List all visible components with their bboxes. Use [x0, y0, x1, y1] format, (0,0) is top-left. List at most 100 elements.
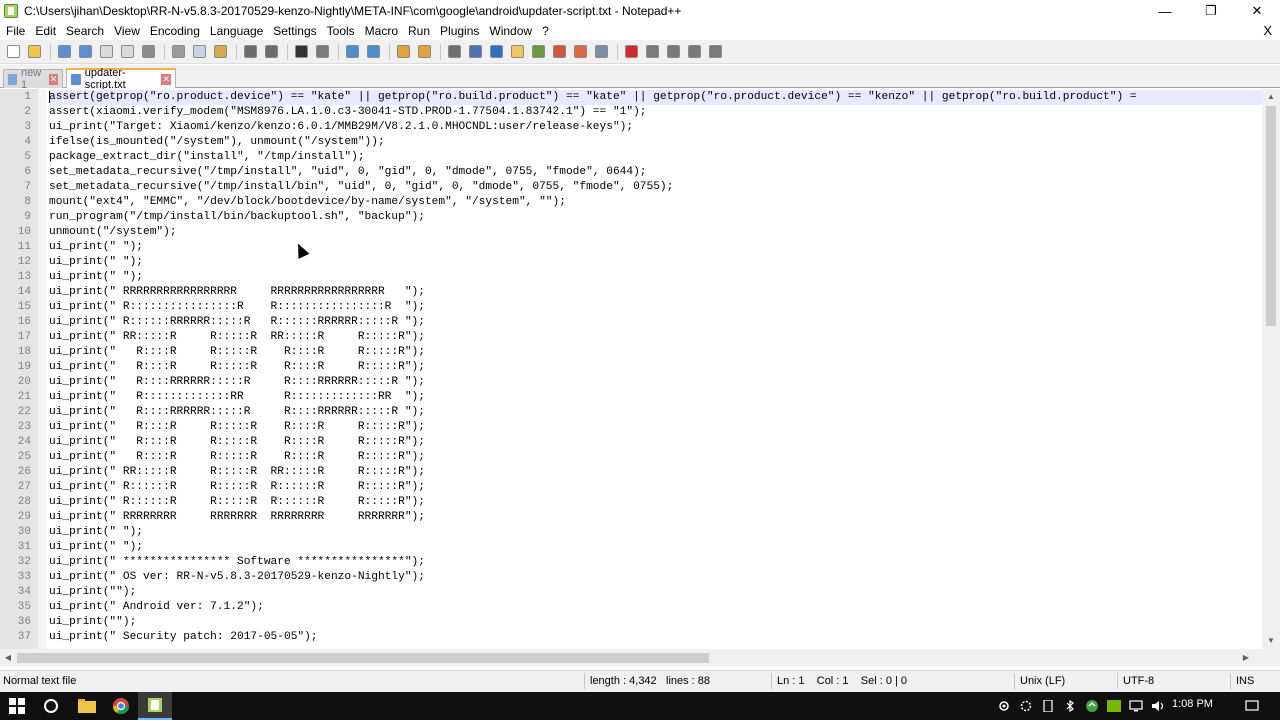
code-line[interactable]: ui_print(" ");	[49, 270, 1262, 285]
indent-guide-button[interactable]	[487, 43, 505, 61]
tab-close-icon[interactable]: ✕	[161, 73, 171, 85]
menu-macro[interactable]: Macro	[360, 22, 403, 40]
menu-search[interactable]: Search	[61, 22, 109, 40]
taskbar-file-explorer[interactable]	[70, 692, 104, 720]
vertical-scrollbar[interactable]: ▲ ▼	[1262, 89, 1280, 649]
menu-file[interactable]: File	[0, 22, 30, 40]
taskbar-chrome[interactable]	[104, 692, 138, 720]
zoom-in-button[interactable]	[343, 43, 361, 61]
paste-button[interactable]	[211, 43, 229, 61]
action-center-icon[interactable]	[1240, 692, 1264, 720]
code-line[interactable]: ui_print(" ");	[49, 240, 1262, 255]
scroll-right-icon[interactable]: ▶	[1238, 649, 1254, 667]
code-line[interactable]: ui_print("Target: Xiaomi/kenzo/kenzo:6.0…	[49, 120, 1262, 135]
find-button[interactable]	[292, 43, 310, 61]
menu-settings[interactable]: Settings	[268, 22, 321, 40]
horizontal-scrollbar[interactable]: ◀ ▶	[0, 649, 1262, 667]
folder-workspace-button[interactable]	[571, 43, 589, 61]
tray-nvidia-icon[interactable]	[1104, 692, 1124, 720]
code-line[interactable]: ui_print(" R::::R R:::::R R::::R R:::::R…	[49, 450, 1262, 465]
close-window-button[interactable]: ✕	[1234, 0, 1280, 22]
menu-edit[interactable]: Edit	[30, 22, 61, 40]
code-line[interactable]: ui_print(" RRRRRRRRRRRRRRRRR RRRRRRRRRRR…	[49, 285, 1262, 300]
tray-settings-icon[interactable]	[1016, 692, 1036, 720]
scroll-left-icon[interactable]: ◀	[0, 649, 16, 667]
code-line[interactable]: ui_print(" R::::::RRRRRR:::::R R::::::RR…	[49, 315, 1262, 330]
code-line[interactable]: ui_print(" R:::::::::::::RR R:::::::::::…	[49, 390, 1262, 405]
code-line[interactable]: ui_print(" R::::::R R:::::R R::::::R R::…	[49, 495, 1262, 510]
maximize-button[interactable]: ❐	[1188, 0, 1234, 22]
show-all-chars-button[interactable]	[466, 43, 484, 61]
tray-monitor-icon[interactable]	[1126, 692, 1146, 720]
scroll-down-icon[interactable]: ▼	[1262, 633, 1280, 649]
close-button[interactable]	[97, 43, 115, 61]
close-document-button[interactable]: X	[1263, 22, 1272, 40]
search-button[interactable]	[34, 692, 68, 720]
word-wrap-button[interactable]	[445, 43, 463, 61]
menu-language[interactable]: Language	[205, 22, 268, 40]
code-line[interactable]: set_metadata_recursive("/tmp/install", "…	[49, 165, 1262, 180]
code-line[interactable]: ui_print(" R::::R R:::::R R::::R R:::::R…	[49, 360, 1262, 375]
code-line[interactable]: set_metadata_recursive("/tmp/install/bin…	[49, 180, 1262, 195]
code-line[interactable]: ui_print(" ");	[49, 255, 1262, 270]
code-line[interactable]: ui_print(" R::::::::::::::::R R:::::::::…	[49, 300, 1262, 315]
menu-encoding[interactable]: Encoding	[145, 22, 205, 40]
code-line[interactable]: package_extract_dir("install", "/tmp/ins…	[49, 150, 1262, 165]
zoom-out-button[interactable]	[364, 43, 382, 61]
save-all-button[interactable]	[76, 43, 94, 61]
code-line[interactable]: assert(xiaomi.verify_modem("MSM8976.LA.1…	[49, 105, 1262, 120]
tab-close-icon[interactable]: ✕	[49, 73, 59, 85]
code-line[interactable]: ui_print(" R::::::R R:::::R R::::::R R::…	[49, 480, 1262, 495]
code-line[interactable]: ui_print("");	[49, 585, 1262, 600]
stop-macro-button[interactable]	[643, 43, 661, 61]
cut-button[interactable]	[169, 43, 187, 61]
menu-tools[interactable]: Tools	[322, 22, 360, 40]
menu-view[interactable]: View	[109, 22, 145, 40]
fold-margin[interactable]	[38, 89, 46, 649]
record-macro-button[interactable]	[622, 43, 640, 61]
status-encoding[interactable]: UTF-8	[1123, 675, 1154, 687]
tray-bluetooth-icon[interactable]	[1060, 692, 1080, 720]
close-all-button[interactable]	[118, 43, 136, 61]
status-insert-mode[interactable]: INS	[1236, 675, 1254, 687]
user-language-button[interactable]	[508, 43, 526, 61]
play-macro-button[interactable]	[664, 43, 682, 61]
status-eol[interactable]: Unix (LF)	[1020, 675, 1065, 687]
print-button[interactable]	[139, 43, 157, 61]
tray-sync-icon[interactable]	[1082, 692, 1102, 720]
tab-new-1[interactable]: new 1 ✕	[3, 67, 63, 91]
sync-horizontal-button[interactable]	[415, 43, 433, 61]
undo-button[interactable]	[241, 43, 259, 61]
sync-vertical-button[interactable]	[394, 43, 412, 61]
start-button[interactable]	[0, 692, 34, 720]
code-line[interactable]: ui_print(" R::::R R:::::R R::::R R:::::R…	[49, 345, 1262, 360]
code-line[interactable]: ui_print(" RRRRRRRR RRRRRRR RRRRRRRR RRR…	[49, 510, 1262, 525]
function-list-button[interactable]	[550, 43, 568, 61]
save-button[interactable]	[55, 43, 73, 61]
code-line[interactable]: assert(getprop("ro.product.device") == "…	[49, 90, 1262, 105]
minimize-button[interactable]: —	[1142, 0, 1188, 22]
code-line[interactable]: unmount("/system");	[49, 225, 1262, 240]
doc-map-button[interactable]	[529, 43, 547, 61]
code-line[interactable]: ui_print(" OS ver: RR-N-v5.8.3-20170529-…	[49, 570, 1262, 585]
tray-phone-icon[interactable]	[1038, 692, 1058, 720]
redo-button[interactable]	[262, 43, 280, 61]
code-line[interactable]: ui_print(" Android ver: 7.1.2");	[49, 600, 1262, 615]
code-line[interactable]: ui_print(" R::::RRRRRR:::::R R::::RRRRRR…	[49, 375, 1262, 390]
code-area[interactable]: assert(getprop("ro.product.device") == "…	[49, 89, 1262, 649]
new-file-button[interactable]	[4, 43, 22, 61]
menu-help[interactable]: ?	[537, 22, 554, 40]
code-line[interactable]: ifelse(is_mounted("/system"), unmount("/…	[49, 135, 1262, 150]
menu-plugins[interactable]: Plugins	[435, 22, 484, 40]
scroll-up-icon[interactable]: ▲	[1262, 89, 1280, 105]
code-line[interactable]: run_program("/tmp/install/bin/backuptool…	[49, 210, 1262, 225]
play-multiple-button[interactable]	[685, 43, 703, 61]
copy-button[interactable]	[190, 43, 208, 61]
monitoring-button[interactable]	[592, 43, 610, 61]
taskbar-notepad-plus-plus[interactable]	[138, 692, 172, 720]
taskbar-clock[interactable]: 1:08 PM	[1172, 698, 1213, 710]
editor[interactable]: 1 2 3 4 5 6 7 8 9 10 11 12 13 14 15 16 17 18 19 20 21 22 23 24 2…	[0, 89, 1262, 649]
vertical-scroll-thumb[interactable]	[1266, 106, 1276, 326]
code-line[interactable]: ui_print("");	[49, 615, 1262, 630]
save-macro-button[interactable]	[706, 43, 724, 61]
